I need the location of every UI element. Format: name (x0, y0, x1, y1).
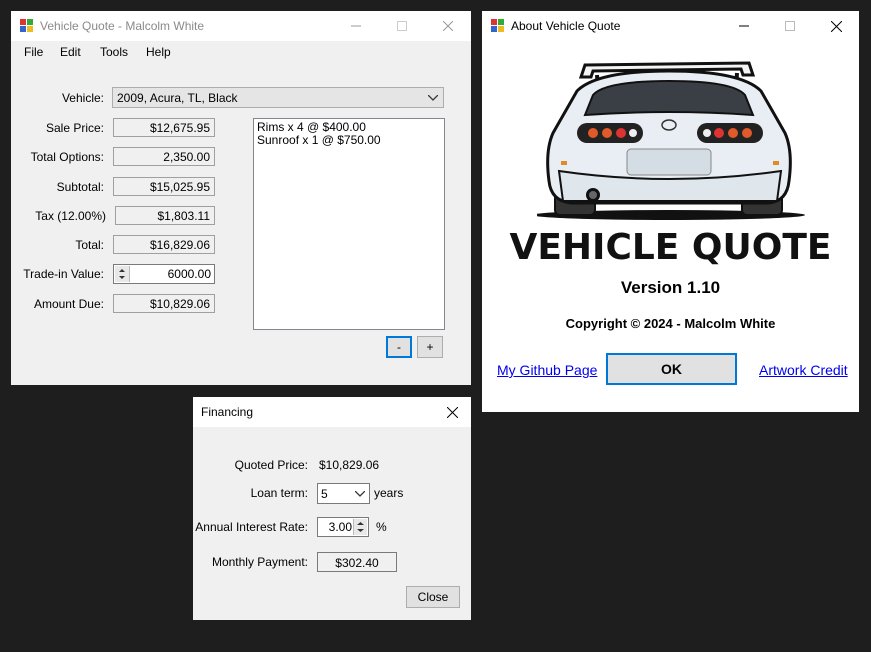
about-window: About Vehicle Quote VEHICLE QUOTE Versio… (482, 11, 859, 412)
car-artwork (537, 61, 805, 220)
interest-rate-stepper[interactable]: 3.00 (317, 517, 369, 537)
loan-term-value: 5 (321, 487, 328, 501)
loan-term-select[interactable]: 5 (317, 483, 370, 504)
menu-tools[interactable]: Tools (100, 45, 128, 59)
stepper-up-icon[interactable] (354, 519, 367, 527)
amount-due-label: Amount Due: (33, 297, 104, 311)
main-window-title: Vehicle Quote - Malcolm White (40, 19, 205, 33)
artwork-credit-link[interactable]: Artwork Credit (759, 362, 848, 378)
menu-edit[interactable]: Edit (60, 45, 81, 59)
close-icon (830, 20, 842, 32)
interest-rate-unit: % (376, 520, 387, 534)
list-item[interactable]: Sunroof x 1 @ $750.00 (257, 134, 441, 147)
loan-term-label: Loan term: (250, 486, 308, 500)
logo-text: VEHICLE QUOTE (509, 227, 832, 268)
version-text: Version 1.10 (620, 278, 721, 297)
stepper-down-icon[interactable] (354, 527, 367, 535)
vehicle-select-value: 2009, Acura, TL, Black (117, 91, 238, 105)
minimize-button[interactable] (333, 11, 379, 41)
stepper-arrows[interactable] (353, 519, 367, 535)
monthly-payment-value: $302.40 (317, 552, 397, 572)
about-title-bar[interactable]: About Vehicle Quote (482, 11, 859, 41)
total-label: Total: (75, 238, 104, 252)
ok-button[interactable]: OK (606, 353, 737, 385)
menu-help[interactable]: Help (146, 45, 171, 59)
quoted-price-value: $10,829.06 (319, 458, 380, 472)
sale-price-value: $12,675.95 (113, 118, 215, 137)
menu-file[interactable]: File (24, 45, 43, 59)
interest-rate-value[interactable]: 3.00 (329, 520, 352, 534)
vehicle-select[interactable]: 2009, Acura, TL, Black (112, 87, 444, 108)
trade-in-stepper[interactable]: 6000.00 (113, 264, 215, 284)
financing-close-button[interactable]: Close (406, 586, 460, 608)
vehicle-label: Vehicle: (61, 91, 104, 105)
minimize-icon (739, 25, 749, 27)
close-icon (443, 21, 453, 31)
total-value: $16,829.06 (113, 235, 215, 254)
amount-due-value: $10,829.06 (113, 294, 215, 313)
add-option-button[interactable]: + (417, 336, 443, 358)
trade-in-value[interactable]: 6000.00 (168, 267, 211, 281)
app-icon (491, 19, 504, 32)
main-title-bar[interactable]: Vehicle Quote - Malcolm White (11, 11, 471, 41)
monthly-payment-label: Monthly Payment: (211, 555, 308, 569)
stepper-arrows[interactable] (115, 266, 130, 282)
tax-label: Tax (12.00%) (35, 209, 106, 223)
tax-value: $1,803.11 (115, 206, 215, 225)
maximize-button[interactable] (379, 11, 425, 41)
quoted-price-label: Quoted Price: (234, 458, 308, 472)
interest-rate-label: Annual Interest Rate: (195, 520, 308, 534)
subtotal-label: Subtotal: (56, 180, 104, 194)
stepper-down-icon[interactable] (115, 274, 129, 282)
chevron-down-icon (355, 491, 365, 497)
close-button[interactable] (433, 397, 471, 427)
financing-window: Financing Quoted Price: $10,829.06 Loan … (193, 397, 471, 620)
maximize-icon (397, 21, 407, 31)
loan-term-unit: years (374, 486, 404, 500)
total-options-label: Total Options: (30, 150, 104, 164)
options-listbox[interactable]: Rims x 4 @ $400.00 Sunroof x 1 @ $750.00 (253, 118, 445, 330)
maximize-icon (785, 21, 795, 31)
minimize-button[interactable] (721, 11, 767, 41)
trade-in-label: Trade-in Value: (23, 267, 104, 281)
subtotal-value: $15,025.95 (113, 177, 215, 196)
github-link[interactable]: My Github Page (497, 362, 597, 378)
close-button[interactable] (813, 11, 859, 41)
app-icon (20, 19, 33, 32)
minimize-icon (351, 25, 361, 27)
close-icon (446, 406, 458, 418)
total-options-value: 2,350.00 (113, 147, 215, 166)
chevron-down-icon (428, 95, 438, 101)
remove-option-button[interactable]: - (386, 336, 412, 358)
main-window: Vehicle Quote - Malcolm White File Edit … (11, 11, 471, 385)
sale-price-label: Sale Price: (45, 121, 104, 135)
copyright-text: Copyright © 2024 - Malcolm White (565, 316, 776, 331)
menu-bar: File Edit Tools Help (11, 41, 471, 63)
close-button[interactable] (425, 11, 471, 41)
about-window-title: About Vehicle Quote (511, 19, 621, 33)
financing-window-title: Financing (201, 405, 254, 419)
financing-title-bar[interactable]: Financing (193, 397, 471, 427)
maximize-button[interactable] (767, 11, 813, 41)
stepper-up-icon[interactable] (115, 266, 129, 274)
